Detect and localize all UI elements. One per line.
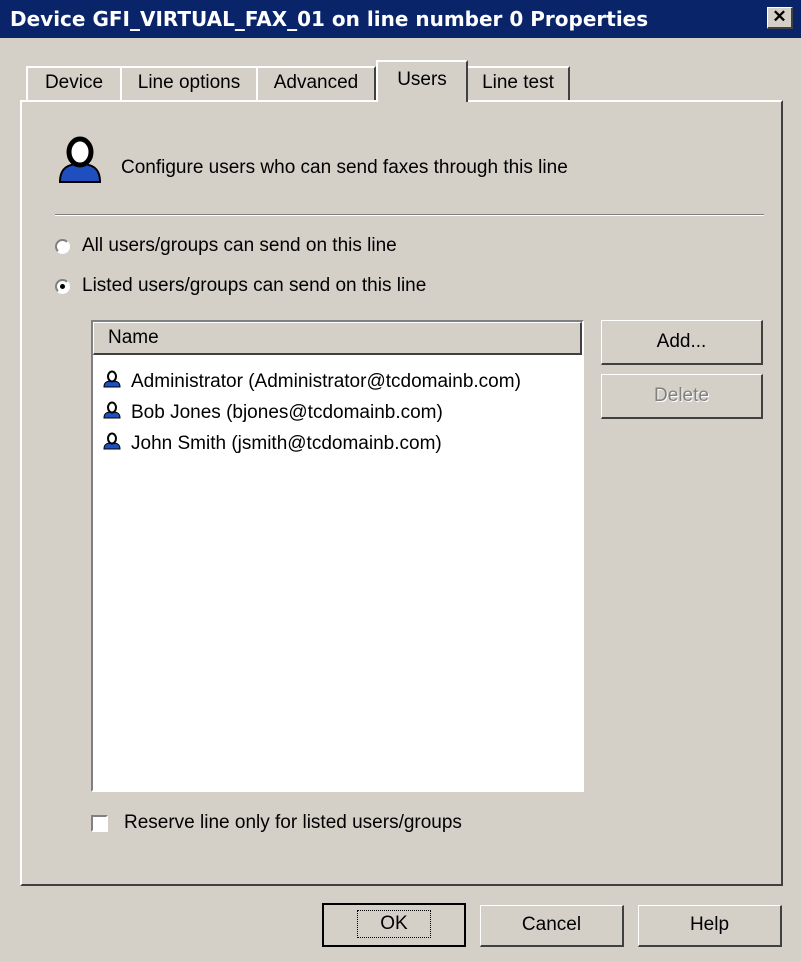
- radio-button[interactable]: [55, 238, 70, 254]
- reserve-line-checkbox[interactable]: [91, 814, 108, 832]
- tab-label: Device: [44, 72, 104, 93]
- users-list[interactable]: Name Administrator (Administrator@tcdoma…: [91, 320, 584, 792]
- ok-button[interactable]: OK: [322, 903, 466, 947]
- user-icon: [55, 134, 105, 190]
- tab-label: Users: [397, 69, 447, 90]
- ok-button-label: OK: [357, 910, 431, 938]
- list-item[interactable]: Bob Jones (bjones@tcdomainb.com): [103, 401, 443, 425]
- help-button[interactable]: Help: [638, 905, 782, 947]
- radio-all-users[interactable]: All users/groups can send on this line: [55, 235, 397, 257]
- help-button-label: Help: [689, 914, 730, 935]
- tab-label: Line test: [482, 72, 554, 93]
- tab-label: Advanced: [273, 72, 359, 93]
- window-title: Device GFI_VIRTUAL_FAX_01 on line number…: [10, 7, 649, 31]
- cancel-button[interactable]: Cancel: [480, 905, 624, 947]
- tab-device[interactable]: Device: [26, 66, 122, 100]
- add-button-label: Add...: [656, 331, 707, 352]
- user-icon: [103, 370, 121, 394]
- title-bar[interactable]: Device GFI_VIRTUAL_FAX_01 on line number…: [0, 0, 801, 38]
- checkbox-label: Reserve line only for listed users/group…: [124, 812, 462, 833]
- radio-button[interactable]: [55, 278, 70, 294]
- radio-label: Listed users/groups can send on this lin…: [82, 275, 427, 296]
- column-header-name[interactable]: Name: [93, 322, 582, 355]
- close-button[interactable]: ✕: [767, 7, 793, 29]
- cancel-button-label: Cancel: [521, 914, 582, 935]
- list-item-text: Bob Jones (bjones@tcdomainb.com): [131, 402, 443, 423]
- add-button[interactable]: Add...: [601, 320, 763, 365]
- tab-line-options[interactable]: Line options: [120, 66, 258, 100]
- reserve-line-checkbox-row[interactable]: Reserve line only for listed users/group…: [91, 812, 462, 834]
- column-header-label: Name: [108, 327, 159, 348]
- user-icon: [103, 401, 121, 425]
- list-item-text: John Smith (jsmith@tcdomainb.com): [131, 433, 442, 454]
- delete-button[interactable]: Delete: [601, 374, 763, 419]
- tab-line-test[interactable]: Line test: [466, 66, 570, 100]
- properties-dialog: Device GFI_VIRTUAL_FAX_01 on line number…: [0, 0, 801, 962]
- list-item[interactable]: John Smith (jsmith@tcdomainb.com): [103, 432, 442, 456]
- separator: [55, 214, 764, 216]
- tab-users[interactable]: Users: [376, 60, 468, 102]
- user-icon: [103, 432, 121, 456]
- tab-label: Line options: [137, 72, 241, 93]
- close-icon: ✕: [772, 7, 787, 26]
- radio-label: All users/groups can send on this line: [82, 235, 397, 256]
- users-page-description: Configure users who can send faxes throu…: [121, 157, 568, 178]
- list-item[interactable]: Administrator (Administrator@tcdomainb.c…: [103, 370, 521, 394]
- list-item-text: Administrator (Administrator@tcdomainb.c…: [131, 371, 521, 392]
- radio-listed-users[interactable]: Listed users/groups can send on this lin…: [55, 275, 426, 297]
- tab-advanced[interactable]: Advanced: [256, 66, 376, 100]
- delete-button-label: Delete: [654, 385, 709, 406]
